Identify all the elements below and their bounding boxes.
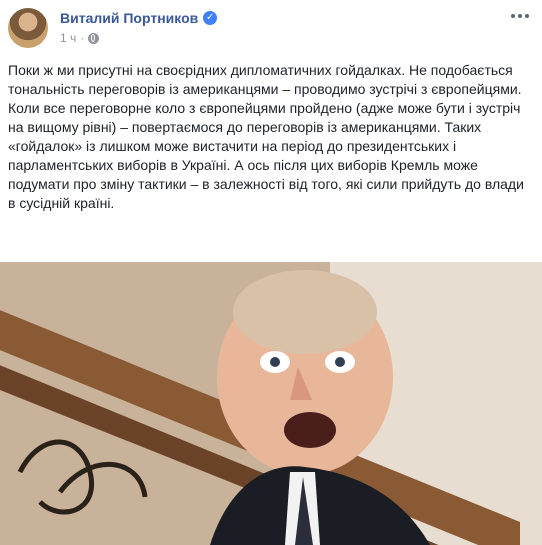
post-header: Виталий Портников ✓ 1 ч · <box>0 0 542 56</box>
more-options-icon[interactable] <box>510 8 530 24</box>
verified-badge-icon: ✓ <box>203 11 218 25</box>
author-avatar[interactable] <box>8 8 48 48</box>
globe-icon[interactable] <box>88 32 100 44</box>
post-meta: 1 ч · <box>60 31 100 45</box>
post-photo[interactable] <box>0 262 542 545</box>
post-timestamp[interactable]: 1 ч <box>60 31 76 45</box>
facebook-post: Виталий Портников ✓ 1 ч · Поки ж ми прис… <box>0 0 542 545</box>
post-text: Поки ж ми присутні на своєрідних диплома… <box>8 62 524 211</box>
author-link[interactable]: Виталий Портников ✓ <box>60 10 218 26</box>
separator-dot: · <box>80 31 85 45</box>
photo-illustration <box>0 262 542 545</box>
author-name[interactable]: Виталий Портников <box>60 10 198 26</box>
